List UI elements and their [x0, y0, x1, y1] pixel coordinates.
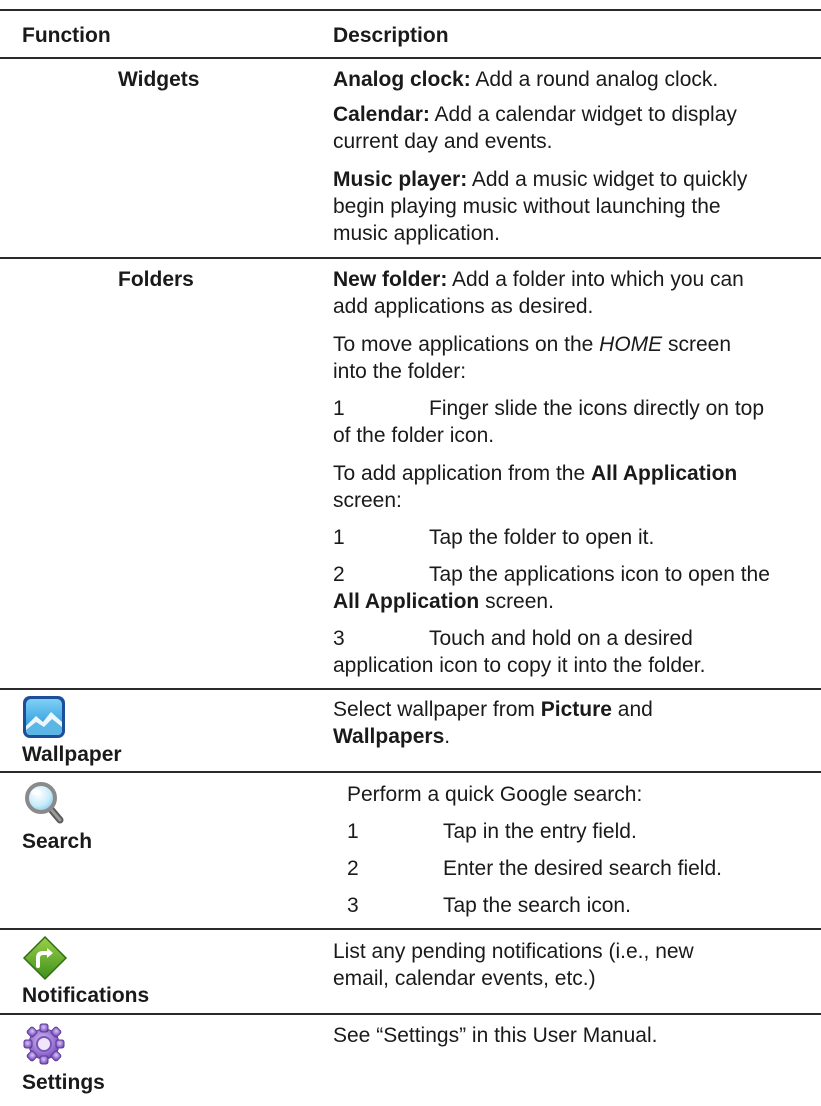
step-number: 1 — [333, 397, 345, 420]
step-number: 2 — [347, 857, 359, 880]
step-number: 3 — [347, 894, 359, 917]
wallpaper-rule — [0, 771, 821, 773]
search-function-label: Search — [22, 830, 93, 853]
step-text-continued: application icon to copy it into the fol… — [333, 654, 706, 677]
step-number: 1 — [333, 526, 345, 549]
wallpaper-icon — [23, 696, 65, 738]
step-text-continued: of the folder icon. — [333, 424, 495, 447]
step-text: Enter the desired search field. — [443, 857, 722, 880]
wallpaper-desc-line-2: Wallpapers. — [333, 725, 451, 748]
step-number: 2 — [333, 563, 345, 586]
step-text: Tap the folder to open it. — [429, 526, 655, 549]
wallpaper-function-label: Wallpaper — [22, 743, 122, 766]
settings-function-label: Settings — [22, 1071, 105, 1094]
notifications-function-label: Notifications — [22, 984, 150, 1007]
folders-function-label: Folders — [118, 268, 194, 291]
new-folder-line-1: New folder: Add a folder into which you … — [333, 268, 744, 291]
search-intro: Perform a quick Google search: — [347, 783, 643, 806]
search-rule — [0, 928, 821, 930]
folders-rule — [0, 688, 821, 690]
widgets-function-label: Widgets — [118, 68, 200, 91]
music-player-line-3: music application. — [333, 222, 500, 245]
notifications-rule — [0, 1013, 821, 1015]
notification-arrow-icon — [22, 935, 68, 981]
calendar-line-1: Calendar: Add a calendar widget to displ… — [333, 103, 737, 126]
magnifier-icon — [25, 782, 64, 824]
step-number: 3 — [333, 627, 345, 650]
header-rule — [0, 57, 821, 59]
widgets-rule — [0, 257, 821, 259]
new-folder-line-2: add applications as desired. — [333, 295, 594, 318]
step-number: 1 — [347, 820, 359, 843]
step-text: Tap in the entry field. — [443, 820, 637, 843]
music-player-line-2: begin playing music without launching th… — [333, 195, 721, 218]
move-apps-line-1: To move applications on the HOME screen — [333, 333, 732, 356]
step-text-continued: All Application screen. — [333, 590, 554, 613]
move-apps-line-2: into the folder: — [333, 360, 467, 383]
notifications-desc-line-2: email, calendar events, etc.) — [333, 967, 596, 990]
calendar-line-2: current day and events. — [333, 130, 553, 153]
step-text: Tap the applications icon to open the — [429, 563, 770, 586]
analog-clock-line: Analog clock: Add a round analog clock. — [333, 68, 719, 91]
wallpaper-desc-line-1: Select wallpaper from Picture and — [333, 698, 653, 721]
top-rule — [0, 9, 821, 11]
music-player-line-1: Music player: Add a music widget to quic… — [333, 168, 748, 191]
function-column-header: Function — [22, 24, 111, 47]
step-text: Finger slide the icons directly on top — [429, 397, 765, 420]
gear-icon — [23, 1023, 65, 1065]
step-text: Touch and hold on a desired — [429, 627, 693, 650]
step-text: Tap the search icon. — [443, 894, 631, 917]
add-apps-line-1: To add application from the All Applicat… — [333, 462, 738, 485]
add-apps-line-2: screen: — [333, 489, 402, 512]
description-column-header: Description — [333, 24, 449, 47]
settings-desc-line-1: See “Settings” in this User Manual. — [333, 1024, 658, 1047]
notifications-desc-line-1: List any pending notifications (i.e., ne… — [333, 940, 694, 963]
